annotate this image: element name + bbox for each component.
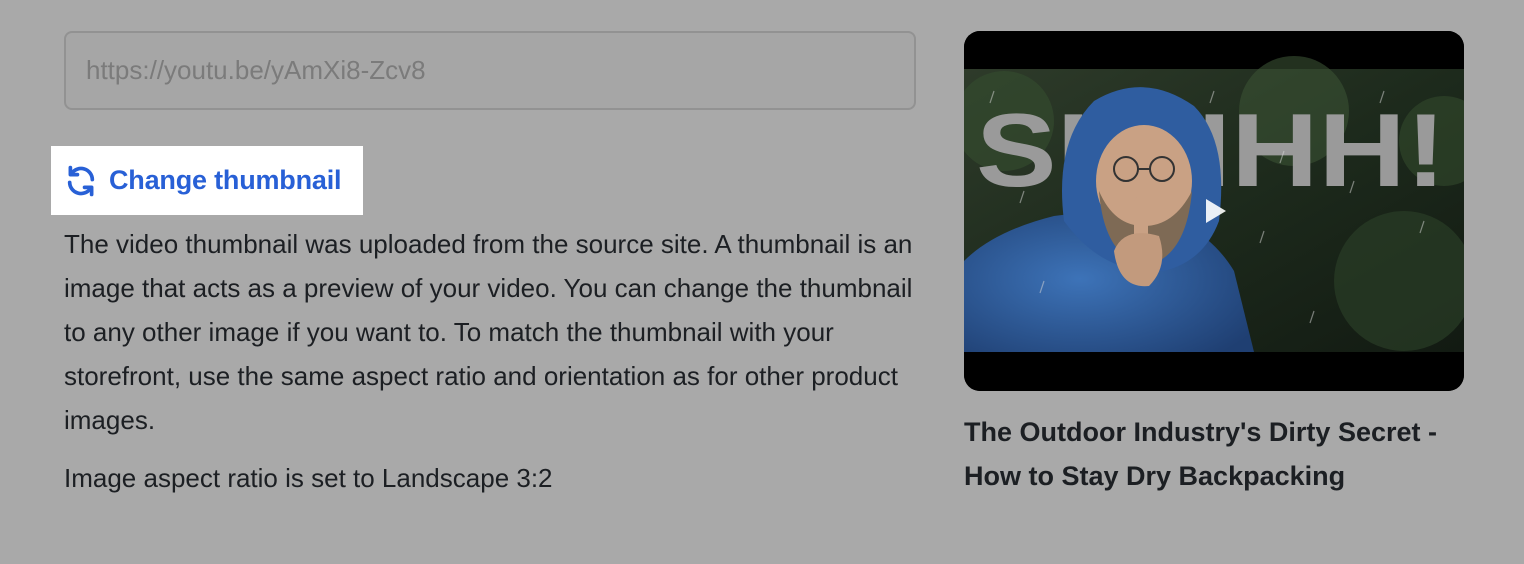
video-url-input[interactable]	[64, 31, 916, 110]
refresh-icon	[64, 164, 98, 198]
video-title: The Outdoor Industry's Dirty Secret - Ho…	[964, 417, 1437, 491]
change-thumbnail-label: Change thumbnail	[109, 165, 342, 195]
thumbnail-description: The video thumbnail was uploaded from th…	[64, 229, 913, 435]
video-thumbnail[interactable]: SHHHH!	[964, 31, 1464, 391]
aspect-ratio-note: Image aspect ratio is set to Landscape 3…	[64, 463, 553, 493]
video-thumbnail-image: SHHHH!	[964, 31, 1464, 391]
change-thumbnail-button[interactable]: Change thumbnail	[51, 146, 363, 215]
